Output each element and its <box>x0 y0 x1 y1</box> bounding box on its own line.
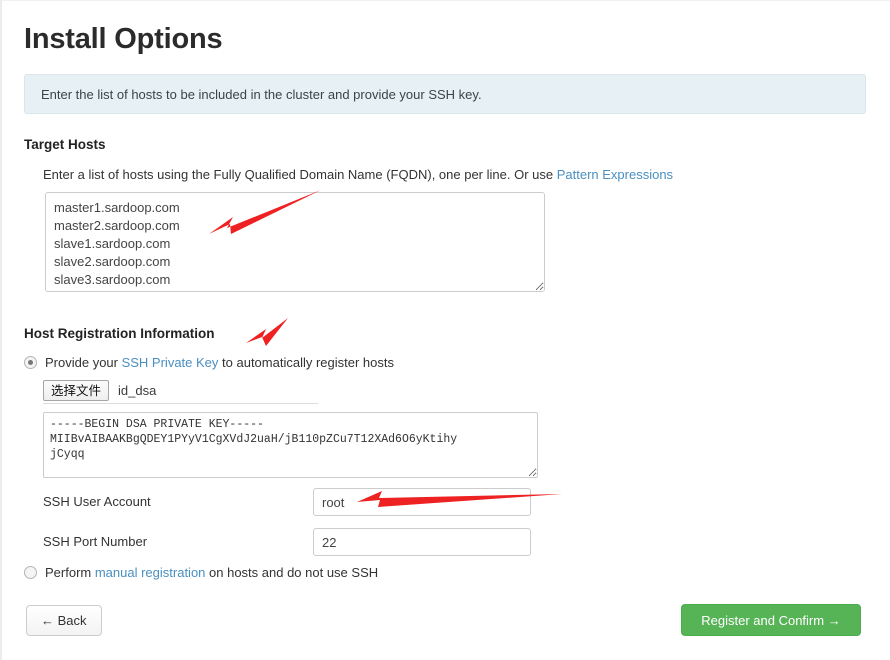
page-title: Install Options <box>24 24 222 56</box>
target-hosts-section-label: Target Hosts <box>24 137 106 152</box>
helper-text-prefix: Enter a list of hosts using the Fully Qu… <box>43 167 557 182</box>
info-banner: Enter the list of hosts to be included i… <box>24 74 866 114</box>
ssh-port-number-input[interactable] <box>313 528 531 556</box>
target-hosts-helper-text: Enter a list of hosts using the Fully Qu… <box>43 167 673 182</box>
manual-option-text: Perform manual registration on hosts and… <box>45 565 378 580</box>
ssh-user-account-label: SSH User Account <box>43 494 303 509</box>
ssh-option-text-before: Provide your <box>45 355 122 370</box>
radio-ssh-private-key[interactable] <box>24 356 37 369</box>
info-banner-text: Enter the list of hosts to be included i… <box>41 87 482 102</box>
choose-file-button[interactable]: 选择文件 <box>43 380 109 401</box>
ssh-option-text-after: to automatically register hosts <box>218 355 394 370</box>
annotation-arrow-host-registration <box>246 318 288 346</box>
ssh-user-account-input[interactable] <box>313 488 531 516</box>
ssh-option-text: Provide your SSH Private Key to automati… <box>45 355 394 370</box>
host-registration-section-label: Host Registration Information <box>24 326 215 341</box>
manual-option-text-before: Perform <box>45 565 95 580</box>
install-options-page: Install Options Enter the list of hosts … <box>0 0 890 660</box>
radio-manual-registration[interactable] <box>24 566 37 579</box>
target-hosts-input[interactable] <box>45 192 545 292</box>
selected-file-name: id_dsa <box>118 383 156 398</box>
register-and-confirm-button[interactable]: Register and Confirm → <box>681 604 861 636</box>
back-button[interactable]: ← Back <box>26 605 102 636</box>
ssh-registration-option-row[interactable]: Provide your SSH Private Key to automati… <box>24 355 394 370</box>
manual-option-text-after: on hosts and do not use SSH <box>205 565 378 580</box>
ssh-private-key-input[interactable] <box>43 412 538 478</box>
private-key-file-row[interactable]: 选择文件 id_dsa <box>43 377 318 404</box>
manual-registration-option-row[interactable]: Perform manual registration on hosts and… <box>24 565 378 580</box>
ssh-port-number-label: SSH Port Number <box>43 534 303 549</box>
manual-registration-link[interactable]: manual registration <box>95 565 206 580</box>
ssh-private-key-link[interactable]: SSH Private Key <box>122 355 219 370</box>
pattern-expressions-link[interactable]: Pattern Expressions <box>557 167 673 182</box>
